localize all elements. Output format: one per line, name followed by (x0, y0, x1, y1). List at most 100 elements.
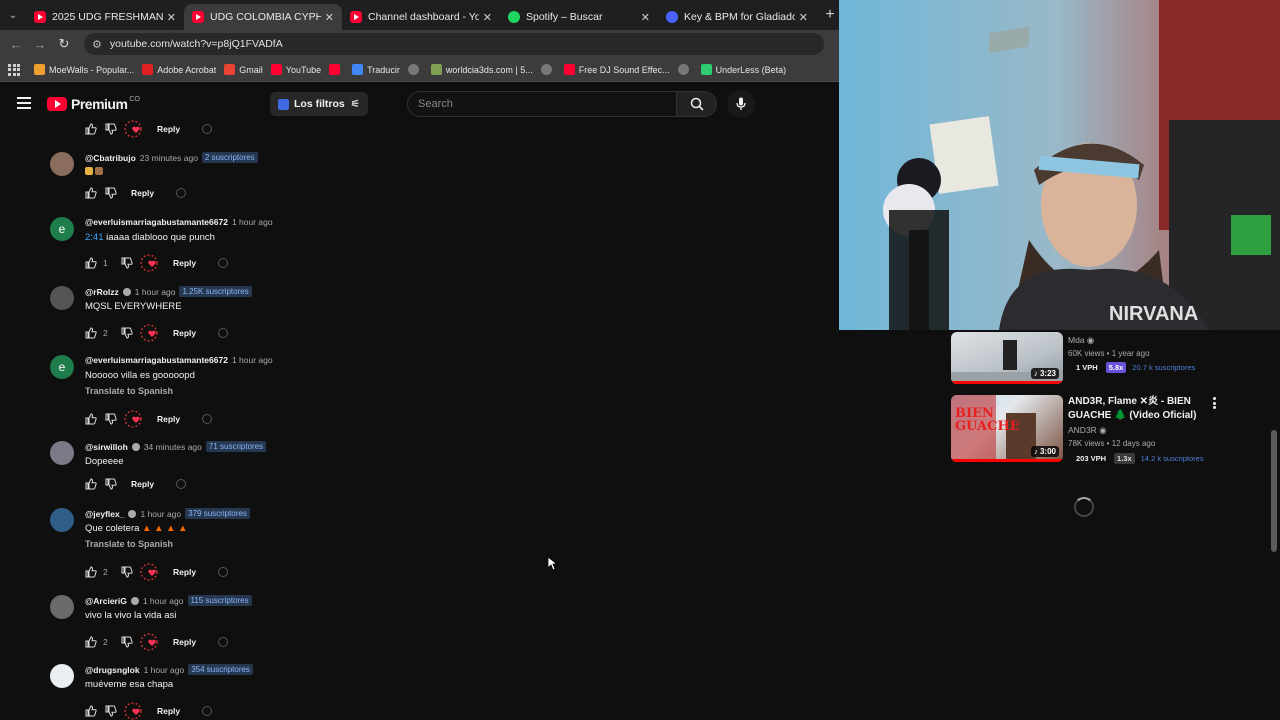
avatar[interactable] (50, 664, 74, 688)
thumbs-up-icon[interactable] (85, 413, 97, 425)
avatar[interactable]: e (50, 217, 74, 241)
scrollbar-thumb[interactable] (1271, 430, 1277, 552)
reply-button[interactable]: Reply (131, 479, 154, 489)
comment-author[interactable]: @Cbatribujo (85, 153, 136, 163)
video-thumbnail[interactable]: ♪ 3:23 (951, 332, 1063, 384)
thumbs-down-icon[interactable] (121, 566, 133, 578)
comment-author[interactable]: @jeyflex_ (85, 509, 124, 519)
reply-button[interactable]: Reply (157, 706, 180, 716)
thumbs-down-icon[interactable] (121, 257, 133, 269)
comment-time[interactable]: 1 hour ago (144, 665, 185, 675)
avatar[interactable] (50, 595, 74, 619)
comment-author[interactable]: @drugsnglok (85, 665, 140, 675)
close-icon[interactable]: ✕ (483, 11, 492, 24)
tab-2[interactable]: Channel dashboard - YouTube ✕ (342, 4, 500, 30)
thumbs-up-icon[interactable] (85, 123, 97, 135)
search-button[interactable] (677, 91, 717, 117)
search-input[interactable]: Search (407, 91, 677, 117)
bookmark-traducir[interactable]: Traducir (352, 64, 400, 75)
tab-4[interactable]: Key & BPM for Gladiador - Rem ✕ (658, 4, 816, 30)
comment-time[interactable]: 1 hour ago (232, 217, 273, 227)
apps-grid-icon[interactable] (8, 63, 20, 76)
reply-button[interactable]: Reply (173, 567, 196, 577)
video-channel[interactable]: AND3R ◉ (1068, 425, 1107, 436)
bookmark-adobe-acrobat[interactable]: Adobe Acrobat (142, 64, 216, 75)
voice-search-button[interactable] (727, 90, 755, 118)
thumbs-up-icon[interactable] (85, 566, 97, 578)
avatar[interactable] (50, 508, 74, 532)
avatar[interactable] (50, 441, 74, 465)
close-icon[interactable]: ✕ (167, 11, 176, 24)
comment-time[interactable]: 23 minutes ago (140, 153, 198, 163)
reply-button[interactable]: Reply (157, 124, 180, 134)
close-icon[interactable]: ✕ (325, 11, 334, 24)
bookmark-gmail[interactable]: Gmail (224, 64, 263, 75)
bookmark-youtube[interactable]: YouTube (270, 64, 321, 75)
thumbs-down-icon[interactable] (105, 123, 117, 135)
close-icon[interactable]: ✕ (641, 11, 650, 24)
bookmark-youtube-2[interactable] (329, 64, 344, 75)
back-icon[interactable]: ← (4, 37, 28, 52)
tab-0[interactable]: 2025 UDG FRESHMAN CYPHER ✕ (26, 4, 184, 30)
thumbs-up-icon[interactable] (85, 327, 97, 339)
site-info-icon[interactable]: ⚙ (92, 38, 102, 51)
more-icon[interactable] (218, 567, 229, 577)
video-channel[interactable]: Mda ◉ (1068, 335, 1094, 346)
comment-author[interactable]: @sirwilloh (85, 442, 128, 452)
more-icon[interactable] (218, 258, 229, 268)
avatar[interactable] (50, 286, 74, 310)
filters-button[interactable]: Los filtros ⚟ (270, 92, 368, 116)
thumbs-up-icon[interactable] (85, 187, 97, 199)
translate-link[interactable]: Translate to Spanish (85, 539, 173, 549)
tab-1[interactable]: UDG COLOMBIA CYPHER 2026 ✕ (184, 4, 342, 30)
more-icon[interactable] (176, 188, 187, 198)
bookmark-globe[interactable] (407, 64, 423, 75)
thumbs-down-icon[interactable] (105, 478, 117, 490)
url-field[interactable]: ⚙ youtube.com/watch?v=p8jQ1FVADfA (84, 33, 824, 55)
video-menu-icon[interactable] (1212, 397, 1216, 409)
video-title[interactable]: AND3R, Flame ✕炎 - BIEN GUACHE 🌲 (Video O… (1068, 395, 1203, 423)
reply-button[interactable]: Reply (131, 188, 154, 198)
bookmark-globe-2[interactable] (540, 64, 556, 75)
more-icon[interactable] (176, 479, 187, 489)
thumbs-down-icon[interactable] (121, 327, 133, 339)
tab-3[interactable]: Spotify – Buscar ✕ (500, 4, 658, 30)
video-thumbnail[interactable]: BIEN GUACHE ♪ 3:00 (951, 395, 1063, 462)
comment-time[interactable]: 1 hour ago (232, 355, 273, 365)
comment-author[interactable]: @rRolzz (85, 287, 119, 297)
thumbs-down-icon[interactable] (105, 705, 117, 717)
tab-search-icon[interactable]: ⌄ (0, 0, 26, 30)
more-icon[interactable] (202, 124, 213, 134)
bookmark-worldcia3ds[interactable]: worldcia3ds.com | 5... (430, 64, 533, 75)
comment-author[interactable]: @ArcieriG (85, 596, 127, 606)
comment-time[interactable]: 1 hour ago (143, 596, 184, 606)
more-icon[interactable] (218, 637, 229, 647)
comment-author[interactable]: @everluismarriagabustamante6672 (85, 217, 228, 227)
thumbs-up-icon[interactable] (85, 478, 97, 490)
more-icon[interactable] (218, 328, 229, 338)
bookmark-globe-3[interactable] (677, 64, 693, 75)
bookmark-underless[interactable]: UnderLess (Beta) (700, 64, 786, 75)
new-tab-button[interactable]: + (820, 6, 840, 24)
thumbs-up-icon[interactable] (85, 257, 97, 269)
reload-icon[interactable]: ↻ (52, 36, 76, 52)
comment-time[interactable]: 1 hour ago (140, 509, 181, 519)
thumbs-down-icon[interactable] (105, 187, 117, 199)
avatar[interactable]: e (50, 355, 74, 379)
more-icon[interactable] (202, 706, 213, 716)
thumbs-down-icon[interactable] (121, 636, 133, 648)
reply-button[interactable]: Reply (157, 414, 180, 424)
thumbs-up-icon[interactable] (85, 705, 97, 717)
close-icon[interactable]: ✕ (799, 11, 808, 24)
comment-author[interactable]: @everluismarriagabustamante6672 (85, 355, 228, 365)
bookmark-moewalls[interactable]: MoeWalls - Popular... (34, 64, 134, 75)
reply-button[interactable]: Reply (173, 637, 196, 647)
avatar[interactable] (50, 152, 74, 176)
youtube-logo[interactable]: Premium CO (47, 96, 140, 112)
forward-icon[interactable]: → (28, 37, 52, 52)
reply-button[interactable]: Reply (173, 328, 196, 338)
more-icon[interactable] (202, 414, 213, 424)
reply-button[interactable]: Reply (173, 258, 196, 268)
thumbs-down-icon[interactable] (105, 413, 117, 425)
menu-icon[interactable] (17, 97, 31, 109)
